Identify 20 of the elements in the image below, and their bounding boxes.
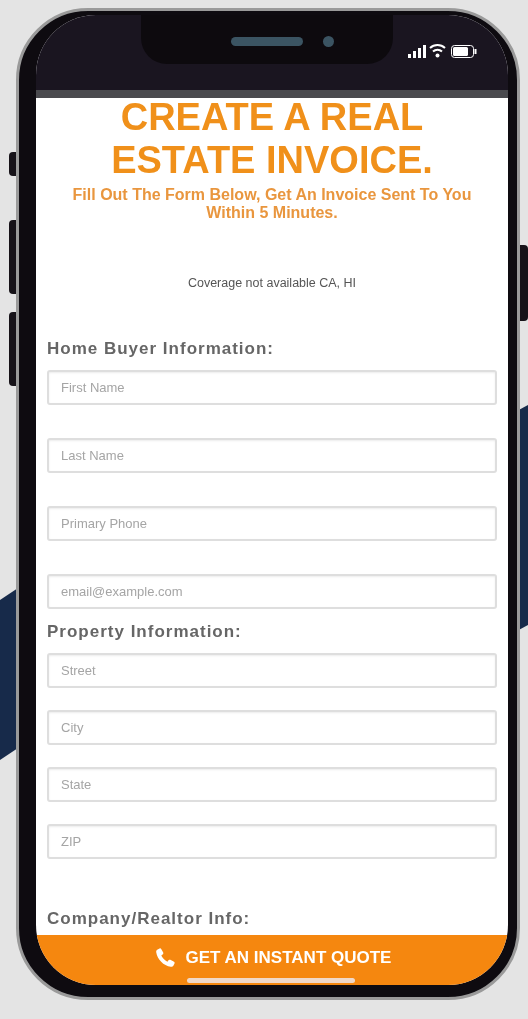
text-field[interactable]: Primary Phone <box>47 505 497 541</box>
wifi-icon <box>429 43 446 58</box>
get-quote-button[interactable]: GET AN INSTANT QUOTE <box>36 935 508 985</box>
text-field[interactable]: State <box>47 766 497 802</box>
signal-icon <box>408 45 426 58</box>
battery-icon <box>451 45 477 58</box>
section-heading: Company/Realtor Info: <box>47 908 252 929</box>
text-field[interactable]: email@example.com <box>47 573 497 609</box>
text-field[interactable]: City <box>47 709 497 745</box>
camera-icon <box>323 36 334 47</box>
page-subtitle: Fill Out The Form Below, Get An Invoice Sent To You Within 5 Minutes. <box>71 186 473 222</box>
text-field[interactable]: ZIP <box>47 823 497 859</box>
text-field[interactable]: First Name <box>47 369 497 405</box>
page-title: CREATE A REAL ESTATE INVOICE. <box>110 98 434 182</box>
section-heading: Home Buyer Information: <box>47 338 276 359</box>
section-heading: Property Information: <box>47 621 243 642</box>
text-field[interactable]: Last Name <box>47 437 497 473</box>
speaker-icon <box>231 37 303 46</box>
coverage-note: Coverage not available CA, HI <box>186 275 358 292</box>
text-field[interactable]: Street <box>47 652 497 688</box>
